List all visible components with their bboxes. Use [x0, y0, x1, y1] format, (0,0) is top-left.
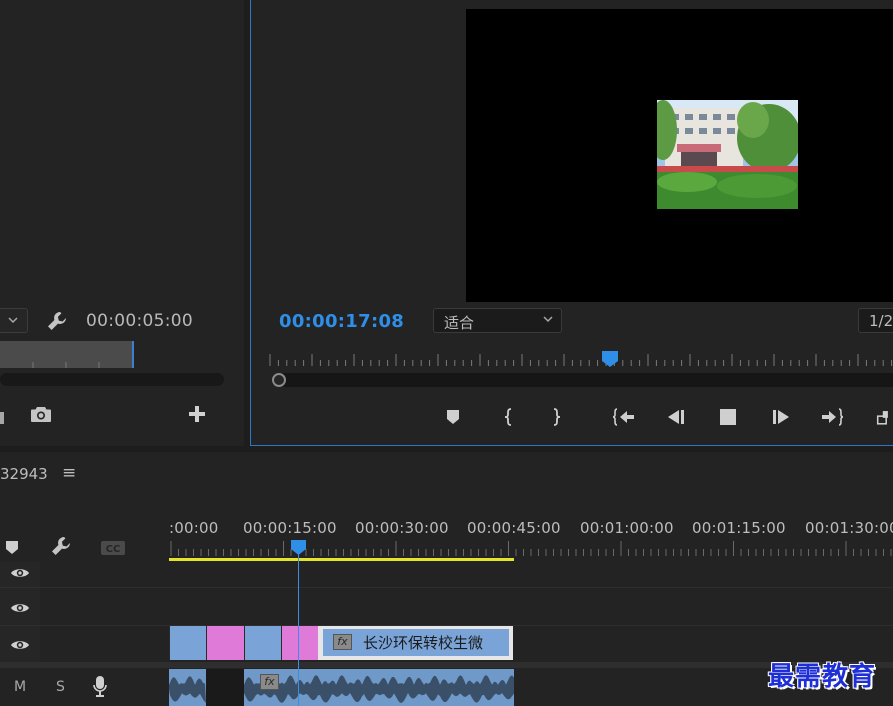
- title-clip-body: fx 长沙环保转校生微: [323, 629, 509, 656]
- audio-waveform: [244, 675, 514, 703]
- eye-icon[interactable]: [10, 637, 30, 656]
- track-row-v2[interactable]: [169, 588, 893, 625]
- plus-icon[interactable]: [187, 404, 207, 428]
- svg-text:CC: CC: [106, 544, 121, 555]
- source-settings-dropdown[interactable]: [0, 308, 28, 333]
- source-edge-glyph: [0, 412, 4, 424]
- source-ruler-ticks: [32, 362, 100, 368]
- transition-clip[interactable]: [281, 626, 318, 660]
- eye-icon[interactable]: [10, 565, 30, 584]
- ruler-label: :00:00: [169, 519, 219, 537]
- timeline-header-controls: [0, 513, 168, 561]
- stop-icon[interactable]: [715, 404, 741, 430]
- playback-resolution-value: 1/2: [869, 312, 893, 330]
- ruler-label: 00:00:30:00: [355, 519, 449, 537]
- ruler-label: 00:01:00:00: [580, 519, 674, 537]
- wrench-icon[interactable]: [46, 310, 68, 336]
- video-clip[interactable]: [169, 626, 206, 660]
- audio-clip[interactable]: fx: [244, 669, 514, 706]
- marker-icon[interactable]: [440, 404, 466, 430]
- program-time-ruler[interactable]: [269, 352, 893, 368]
- program-playhead-timecode[interactable]: 00:00:17:08: [279, 311, 404, 332]
- audio-gap: [206, 669, 244, 706]
- chevron-down-icon: [7, 314, 19, 329]
- title-clip-label: 长沙环保转校生微: [363, 634, 484, 652]
- step-forward-icon[interactable]: [768, 404, 794, 430]
- brand-watermark: 最需教育: [768, 662, 877, 692]
- program-scrollbar[interactable]: [272, 373, 893, 387]
- audio-clip[interactable]: [169, 669, 206, 706]
- panel-menu-icon[interactable]: ≡: [62, 463, 76, 483]
- eye-icon[interactable]: [10, 600, 30, 619]
- step-back-icon[interactable]: [663, 404, 689, 430]
- solo-track-button[interactable]: S: [56, 679, 65, 695]
- go-to-in-icon[interactable]: [611, 404, 637, 430]
- audio-waveform: [169, 676, 206, 703]
- source-duration-timecode: 00:00:05:00: [86, 311, 194, 331]
- program-playhead-marker[interactable]: [601, 350, 619, 372]
- fx-badge-icon: fx: [260, 674, 279, 690]
- add-marker-icon[interactable]: [5, 540, 19, 560]
- playback-resolution-select[interactable]: 1/2: [858, 308, 893, 333]
- camera-icon[interactable]: [30, 405, 52, 427]
- mark-in-icon[interactable]: [496, 404, 522, 430]
- chevron-down-icon: [542, 313, 554, 328]
- sequence-tab-name[interactable]: 32943: [0, 465, 48, 483]
- wrench-icon[interactable]: [50, 535, 72, 561]
- video-clip[interactable]: [244, 626, 281, 660]
- work-area-bar[interactable]: [169, 558, 514, 561]
- insert-icon[interactable]: [876, 404, 893, 430]
- microphone-icon[interactable]: [93, 675, 107, 701]
- source-scrollbar[interactable]: [0, 373, 224, 386]
- fit-zoom-select[interactable]: 适合: [433, 308, 562, 333]
- timeline-playhead-line[interactable]: [298, 553, 299, 706]
- mark-out-icon[interactable]: [543, 404, 569, 430]
- mute-track-button[interactable]: M: [14, 679, 26, 695]
- fx-badge-icon: fx: [333, 634, 352, 650]
- fit-zoom-value: 适合: [444, 314, 475, 332]
- transition-clip[interactable]: [206, 626, 244, 660]
- ruler-label: 00:01:15:00: [692, 519, 786, 537]
- video-frame-image: [657, 100, 798, 209]
- ruler-label: 00:01:30:00: [805, 519, 893, 537]
- ruler-label: 00:00:45:00: [467, 519, 561, 537]
- go-to-out-icon[interactable]: [819, 404, 845, 430]
- ruler-label: 00:00:15:00: [243, 519, 337, 537]
- track-row-v3[interactable]: [169, 562, 893, 587]
- program-scroll-handle[interactable]: [272, 373, 286, 387]
- timeline-playhead-marker[interactable]: [290, 539, 307, 560]
- title-clip[interactable]: fx 长沙环保转校生微: [318, 626, 513, 660]
- captions-icon[interactable]: CC: [100, 540, 126, 560]
